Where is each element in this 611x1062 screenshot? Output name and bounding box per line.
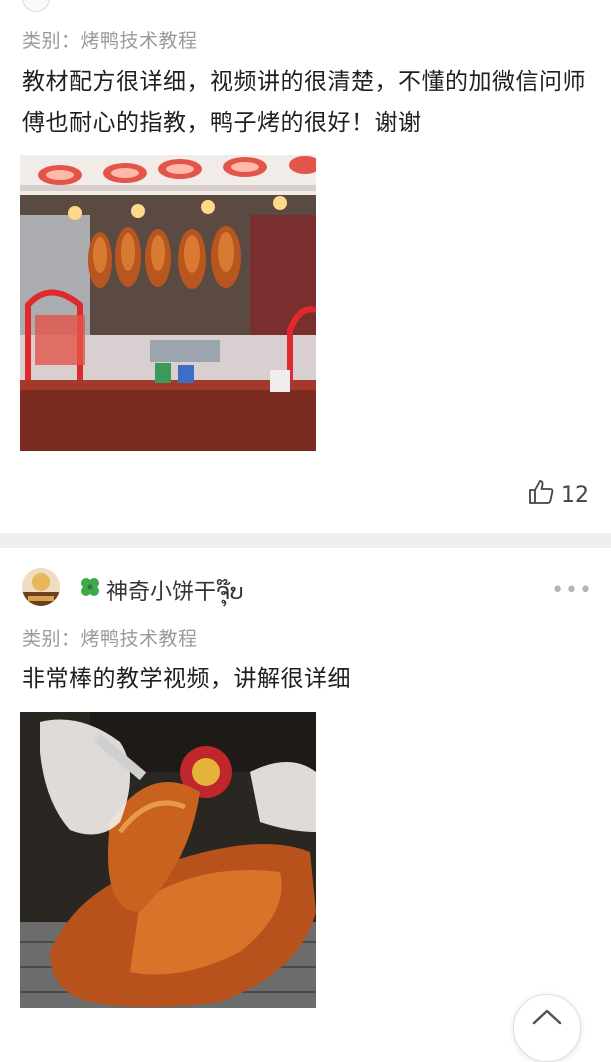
review-photo-roast-duck[interactable] [20, 712, 316, 1008]
review-text: 非常棒的教学视频，讲解很详细 [22, 666, 351, 692]
scroll-to-top-button[interactable] [513, 994, 581, 1062]
review-card: 神奇小饼干ຈຸ໊ບ ••• 类别：烤鸭技术教程 非常棒的教学视频，讲解很详细 [0, 548, 611, 1024]
avatar[interactable] [22, 568, 60, 606]
review-category: 类别：烤鸭技术教程 [22, 628, 198, 650]
avatar[interactable] [22, 0, 50, 12]
review-category: 类别：烤鸭技术教程 [22, 30, 198, 52]
username[interactable]: 神奇小饼干ຈຸ໊ບ [78, 574, 244, 606]
clover-icon [78, 575, 102, 605]
review-card: 类别：烤鸭技术教程 教材配方很详细，视频讲的很清楚，不懂的加微信问师傅也耐心的指… [0, 0, 611, 533]
duck-shop-image [20, 155, 316, 451]
like-button[interactable]: 12 [527, 478, 589, 512]
review-text: 教材配方很详细，视频讲的很清楚，不懂的加微信问师傅也耐心的指教，鸭子烤的很好！谢… [22, 69, 586, 136]
roast-duck-image [20, 712, 316, 1008]
card-separator [0, 533, 611, 548]
review-photo-duck-shop[interactable] [20, 155, 316, 451]
thumbs-up-icon [527, 478, 555, 512]
chevron-up-icon [532, 1009, 562, 1025]
more-options-icon[interactable]: ••• [551, 578, 593, 603]
like-count: 12 [561, 482, 589, 508]
username-text: 神奇小饼干ຈຸ໊ບ [106, 580, 244, 605]
